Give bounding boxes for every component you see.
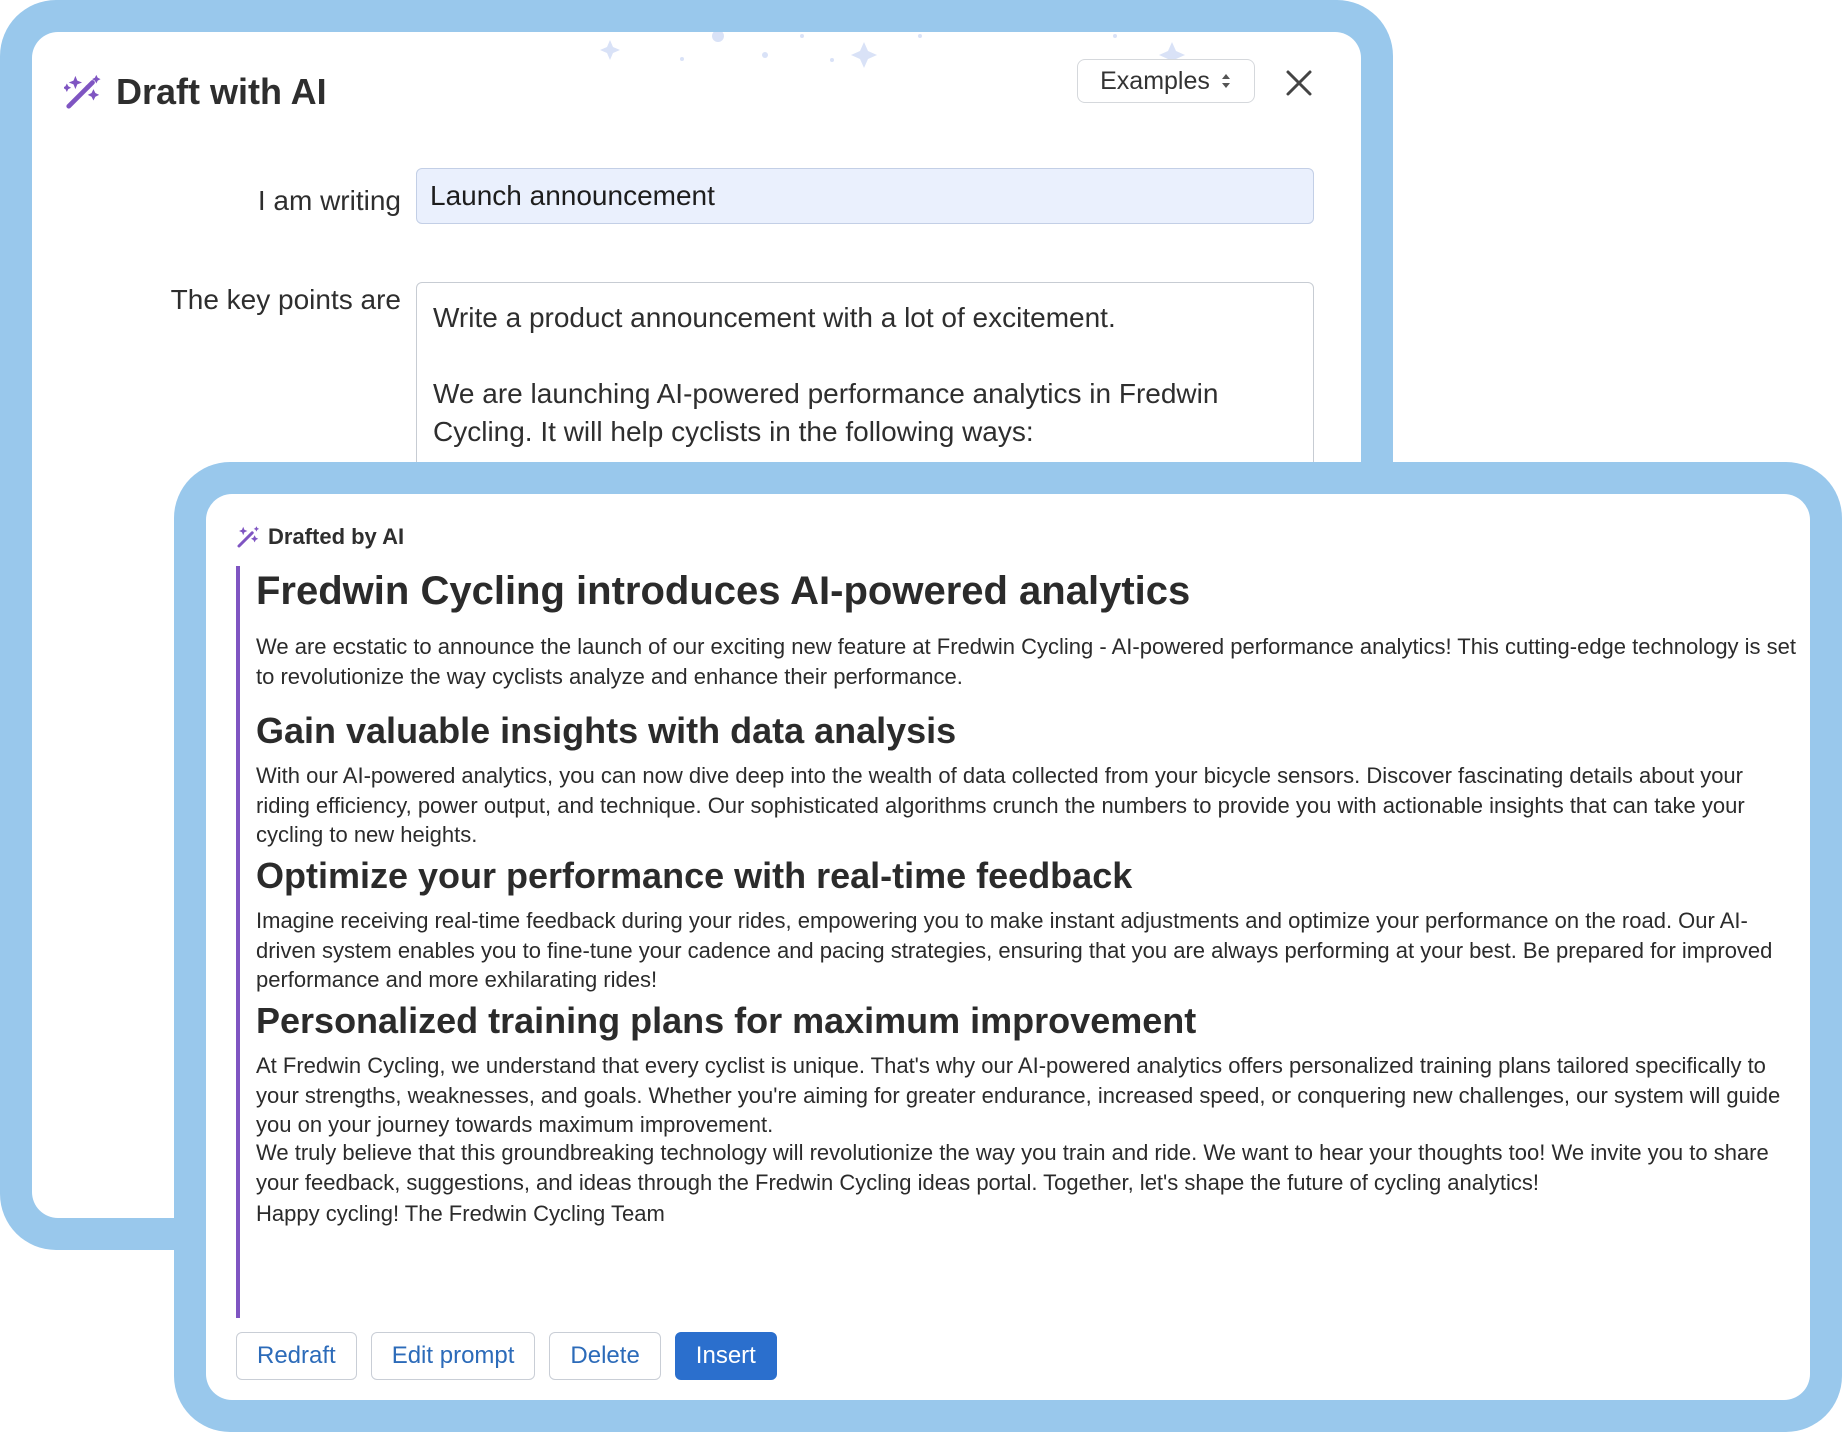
examples-select[interactable]: Examples [1077,59,1255,103]
section-heading: Optimize your performance with real-time… [256,855,1133,896]
draft-closing: We truly believe that this groundbreakin… [256,1140,1769,1195]
draft-result-header: Drafted by AI [236,524,404,550]
draft-signoff: Happy cycling! The Fredwin Cycling Team [256,1201,665,1226]
draft-actions: Redraft Edit prompt Delete Insert [236,1332,777,1380]
draft-content: Fredwin Cycling introduces AI-powered an… [236,566,1801,1318]
edit-prompt-button[interactable]: Edit prompt [370,1332,536,1380]
magic-wand-icon [64,74,101,109]
insert-button[interactable]: Insert [674,1332,777,1380]
section-heading: Personalized training plans for maximum … [256,1000,1197,1041]
delete-button[interactable]: Delete [549,1332,661,1380]
close-button[interactable] [1278,62,1320,104]
section-body: Imagine receiving real-time feedback dur… [256,908,1773,992]
writing-label: I am writing [257,185,401,216]
writing-input[interactable]: Launch announcement [416,168,1314,224]
dialog-title: Draft with AI [116,71,327,112]
draft-result-panel: Drafted by AI Fredwin Cycling introduces… [206,494,1810,1400]
redraft-button[interactable]: Redraft [236,1332,357,1380]
draft-intro: We are ecstatic to announce the launch o… [256,634,1797,689]
examples-label: Examples [1100,66,1210,95]
dialog-header: Draft with AI [64,62,327,122]
draft-heading: Fredwin Cycling introduces AI-powered an… [256,569,1191,613]
section-heading: Gain valuable insights with data analysi… [256,710,957,751]
section-body: With our AI-powered analytics, you can n… [256,763,1745,847]
chevron-updown-icon [1220,70,1232,92]
keypoints-label: The key points are [170,284,401,315]
draft-result-label: Drafted by AI [268,524,405,549]
magic-wand-icon [237,526,260,548]
section-body: At Fredwin Cycling, we understand that e… [256,1053,1781,1137]
close-icon [1286,70,1312,96]
